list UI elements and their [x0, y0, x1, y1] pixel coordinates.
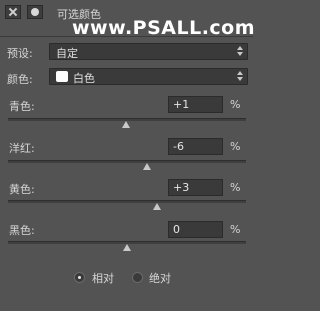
yellow-slider-track[interactable]	[8, 200, 246, 203]
absolute-label: 绝对	[149, 272, 171, 285]
relative-radio[interactable]	[74, 272, 85, 283]
color-swatch	[56, 71, 68, 82]
black-slider-thumb[interactable]	[123, 244, 131, 251]
preset-value: 自定	[56, 47, 78, 60]
relative-label: 相对	[92, 272, 114, 285]
selective-color-panel: 可选颜色 www.PSALL.com 预设: 自定 颜色: 白色 青色: +1 …	[0, 0, 255, 311]
colors-label: 颜色:	[7, 73, 33, 86]
black-label: 黑色:	[9, 224, 35, 237]
black-percent: %	[230, 223, 241, 236]
magenta-slider-track[interactable]	[8, 160, 246, 163]
black-value-input[interactable]: 0	[168, 221, 223, 238]
yellow-value-input[interactable]: +3	[168, 179, 223, 196]
cyan-label: 青色:	[9, 100, 35, 113]
preset-select[interactable]: 自定	[49, 43, 248, 60]
layer-mask-icon[interactable]	[27, 5, 43, 19]
magenta-value-input[interactable]: -6	[168, 138, 223, 155]
black-value: 0	[173, 223, 180, 236]
magenta-value: -6	[173, 140, 184, 153]
preset-label: 预设:	[7, 47, 33, 60]
cyan-value: +1	[173, 98, 190, 111]
chevron-updown-icon	[237, 71, 243, 81]
adjustment-layer-icon[interactable]	[5, 5, 21, 19]
yellow-percent: %	[230, 181, 241, 194]
magenta-percent: %	[230, 140, 241, 153]
magenta-label: 洋红:	[9, 142, 35, 155]
magenta-slider-thumb[interactable]	[143, 163, 151, 170]
divider	[0, 36, 253, 37]
cyan-slider-thumb[interactable]	[122, 121, 130, 128]
chevron-updown-icon	[237, 46, 243, 56]
cyan-value-input[interactable]: +1	[168, 96, 223, 113]
cyan-percent: %	[230, 98, 241, 111]
absolute-radio[interactable]	[132, 272, 143, 283]
yellow-label: 黄色:	[9, 183, 35, 196]
colors-value: 白色	[73, 72, 95, 85]
yellow-value: +3	[173, 181, 190, 194]
colors-select[interactable]: 白色	[49, 68, 248, 85]
yellow-slider-thumb[interactable]	[153, 203, 161, 210]
